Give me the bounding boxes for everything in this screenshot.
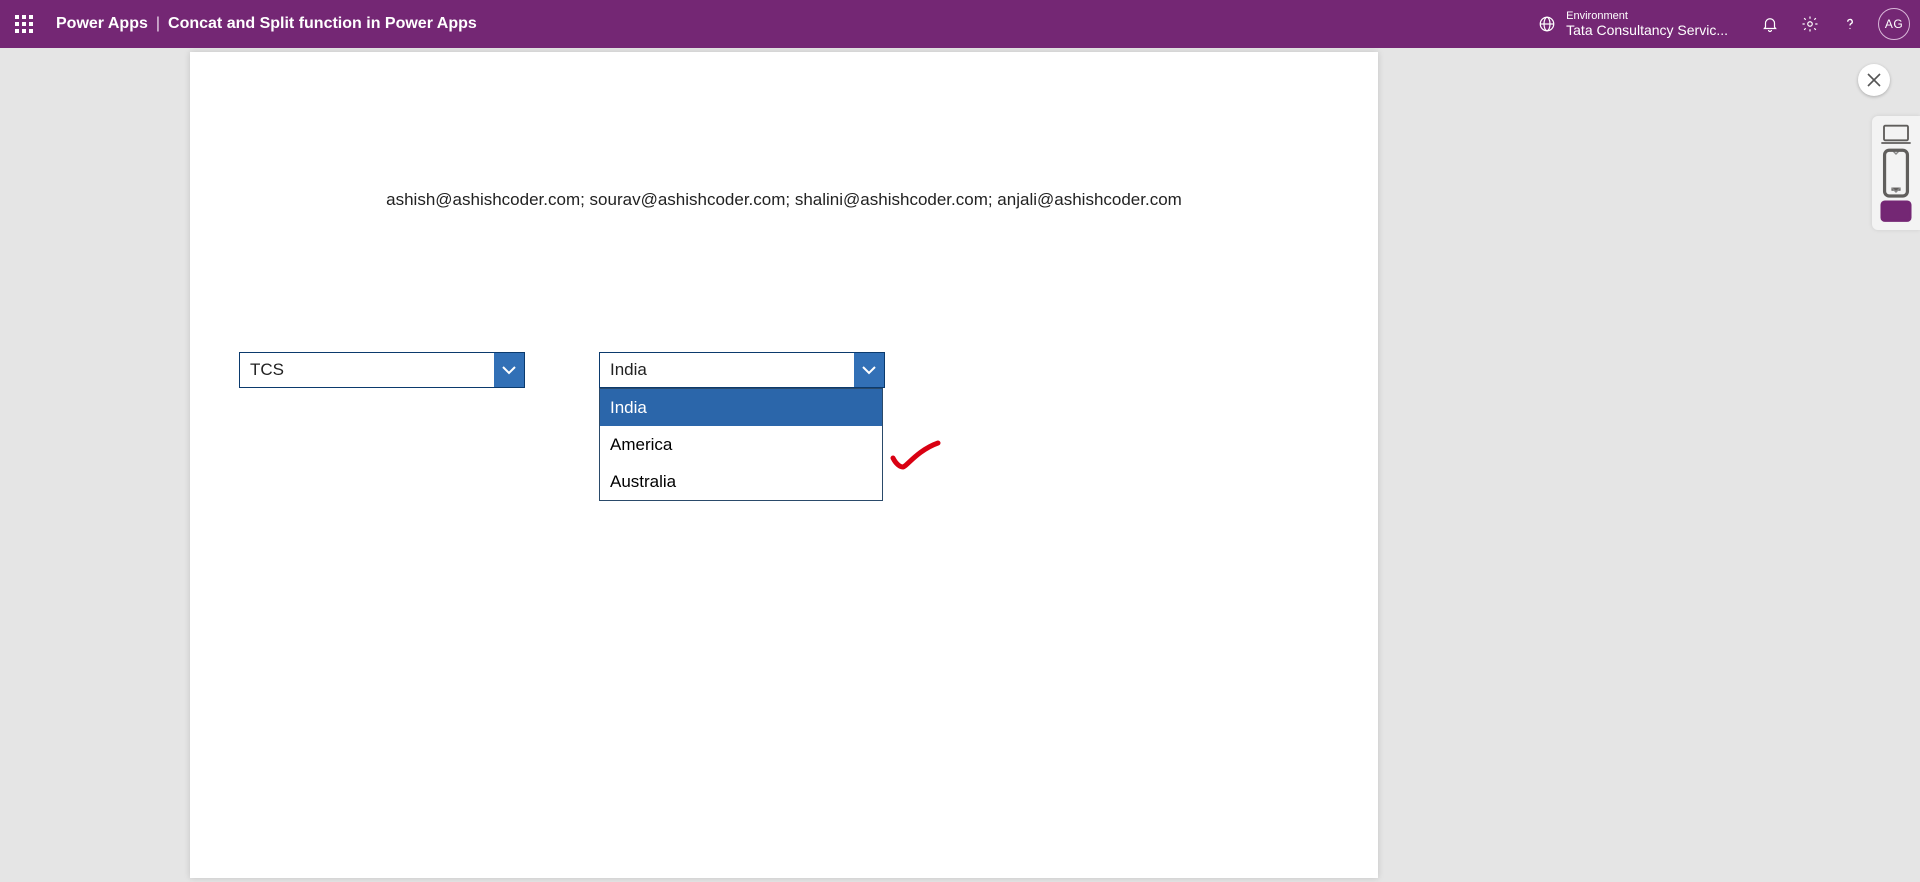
country-option[interactable]: India (600, 389, 882, 426)
annotation-checkmark-icon (890, 440, 942, 472)
close-icon (1867, 73, 1881, 87)
device-mobile-button[interactable] (1880, 162, 1912, 184)
device-desktop-button[interactable] (1880, 124, 1912, 146)
bell-icon (1761, 15, 1779, 33)
settings-button[interactable] (1790, 0, 1830, 48)
notifications-button[interactable] (1750, 0, 1790, 48)
brand-label: Power Apps (56, 15, 148, 33)
country-dropdown[interactable]: India (599, 352, 885, 388)
company-dropdown[interactable]: TCS (239, 352, 525, 388)
user-avatar[interactable]: AG (1878, 8, 1910, 40)
avatar-initials: AG (1885, 17, 1903, 31)
country-option[interactable]: America (600, 426, 882, 463)
app-header: Power Apps | Concat and Split function i… (0, 0, 1920, 48)
company-dropdown-value: TCS (240, 360, 494, 380)
chevron-down-icon (861, 365, 877, 375)
country-dropdown-list: India America Australia (599, 388, 883, 501)
country-option[interactable]: Australia (600, 463, 882, 500)
help-icon (1841, 15, 1859, 33)
chevron-down-icon (501, 365, 517, 375)
environment-name: Tata Consultancy Servic... (1566, 22, 1728, 38)
app-launcher-icon[interactable] (10, 10, 38, 38)
device-switcher-rail (1872, 116, 1920, 230)
app-canvas: ashish@ashishcoder.com; sourav@ashishcod… (190, 52, 1378, 878)
help-button[interactable] (1830, 0, 1870, 48)
device-mobile-chevron[interactable] (1880, 184, 1912, 196)
brand-separator: | (156, 15, 160, 33)
country-dropdown-toggle[interactable] (854, 353, 884, 387)
environment-caption: Environment (1566, 10, 1728, 22)
environment-picker[interactable]: Environment Tata Consultancy Servic... (1538, 10, 1728, 38)
app-title: Concat and Split function in Power Apps (168, 15, 477, 33)
emails-label: ashish@ashishcoder.com; sourav@ashishcod… (190, 190, 1378, 210)
company-dropdown-toggle[interactable] (494, 353, 524, 387)
device-fit-button[interactable] (1880, 200, 1912, 222)
globe-icon (1538, 15, 1556, 33)
gear-icon (1801, 15, 1819, 33)
preview-viewport: ashish@ashishcoder.com; sourav@ashishcod… (0, 48, 1920, 882)
country-dropdown-value: India (600, 360, 854, 380)
chevron-down-icon (1891, 187, 1901, 193)
close-preview-button[interactable] (1858, 64, 1890, 96)
